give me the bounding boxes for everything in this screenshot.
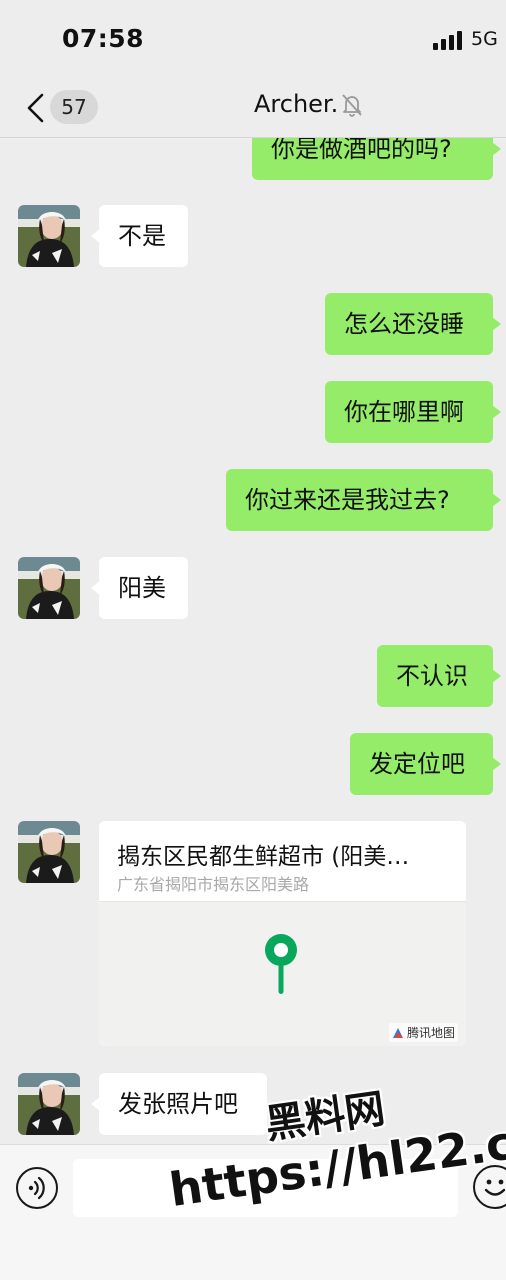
message-list[interactable]: 你是做酒吧的吗? 不是 怎么还没睡 你在哪里啊 你过来还是我过去? 阳美 不认识 [0, 138, 506, 1144]
location-message-card[interactable]: 揭东区民都生鲜超市 (阳美… 广东省揭阳市揭东区阳美路 腾讯地图 [99, 821, 466, 1046]
message-bubble-incoming[interactable]: 阳美 [91, 557, 188, 619]
chat-title[interactable]: Archer. [254, 90, 338, 118]
chevron-left-icon [27, 93, 44, 123]
back-button[interactable]: 57 [18, 88, 98, 128]
message-input[interactable] [73, 1159, 458, 1217]
map-attribution: 腾讯地图 [388, 1023, 458, 1042]
bell-muted-icon [342, 94, 362, 117]
message-bubble-outgoing[interactable]: 你过来还是我过去? [226, 469, 501, 531]
message-bubble-outgoing[interactable]: 你在哪里啊 [325, 381, 501, 443]
location-title: 揭东区民都生鲜超市 (阳美… [117, 844, 410, 870]
network-type: 5G [471, 28, 498, 50]
voice-button[interactable] [16, 1167, 58, 1209]
input-bar [0, 1144, 506, 1280]
contact-avatar[interactable] [18, 821, 80, 883]
location-address: 广东省揭阳市揭东区阳美路 [117, 875, 310, 894]
emoji-icon [484, 1179, 506, 1196]
signal-bars-icon [433, 30, 463, 50]
voice-icon [28, 1176, 45, 1200]
chat-header: 57 Archer. [0, 78, 506, 138]
emoji-button[interactable] [473, 1165, 506, 1209]
message-bubble-outgoing[interactable]: 发定位吧 [350, 733, 501, 795]
contact-avatar[interactable] [18, 557, 80, 619]
message-bubble-outgoing[interactable]: 不认识 [377, 645, 501, 707]
map-pin-icon [265, 934, 297, 994]
map-provider-label: 腾讯地图 [406, 1026, 455, 1040]
tencent-map-logo-icon [392, 1028, 403, 1038]
message-bubble-incoming[interactable]: 发张照片吧 [91, 1073, 267, 1135]
contact-avatar[interactable] [18, 1073, 80, 1135]
message-bubble-outgoing[interactable]: 怎么还没睡 [325, 293, 501, 355]
message-bubble-outgoing[interactable]: 你是做酒吧的吗? [252, 138, 501, 180]
message-bubble-incoming[interactable]: 不是 [91, 205, 188, 267]
status-time: 07:58 [62, 24, 145, 53]
status-bar: 07:58 5G [0, 0, 506, 78]
contact-avatar[interactable] [18, 205, 80, 267]
unread-count-badge: 57 [50, 90, 98, 124]
location-map-preview[interactable]: 腾讯地图 [99, 901, 466, 1046]
